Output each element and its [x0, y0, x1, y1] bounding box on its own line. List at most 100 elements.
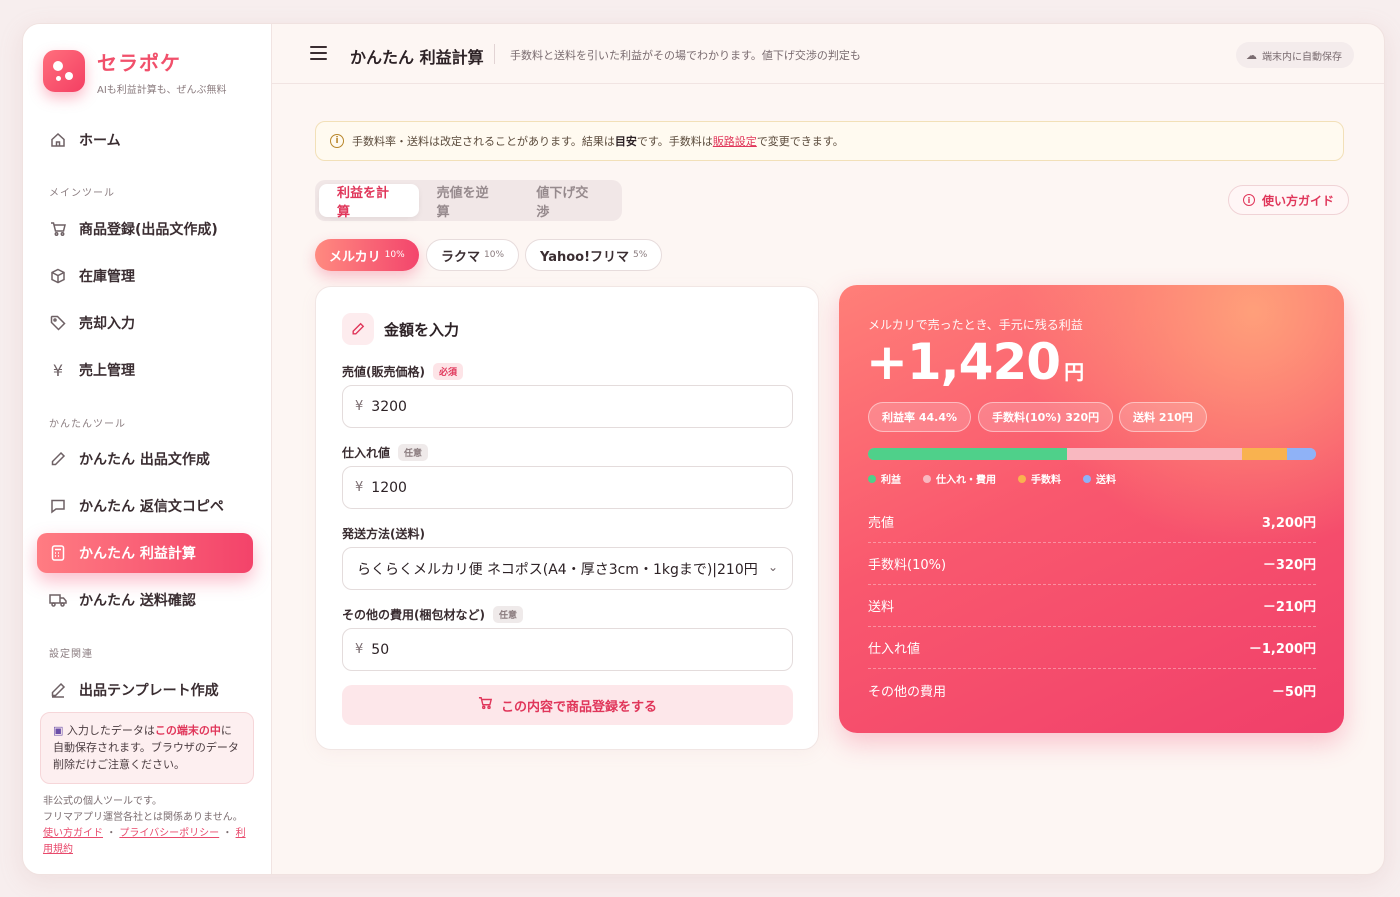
box-icon [49, 267, 67, 285]
tab-reverse-price[interactable]: 売値を逆算 [419, 184, 519, 220]
usage-guide-button[interactable]: i 使い方ガイド [1228, 185, 1350, 215]
section-label-easy: かんたんツール [49, 419, 126, 430]
legend-label: 送料 [1096, 475, 1116, 486]
brand-logo-icon [43, 50, 85, 92]
profit-amount: +1,420 円 [866, 333, 1084, 391]
legend-label: 利益 [881, 475, 901, 486]
info-icon: i [1243, 194, 1255, 206]
profit-rate-chip: 利益率 44.4% [868, 402, 971, 432]
tab-calc-profit[interactable]: 利益を計算 [319, 184, 419, 220]
register-product-button[interactable]: この内容で商品登録をする [342, 685, 793, 725]
sidebar-item-label: 売上管理 [79, 363, 135, 379]
legend-label: 手数料 [1031, 475, 1061, 486]
home-icon [49, 131, 67, 149]
sidebar-item-label: 在庫管理 [79, 269, 135, 285]
cost-input[interactable]: ¥ 1200 [342, 466, 793, 509]
result-row-other: その他の費用 －50円 [868, 684, 1316, 700]
calculator-icon [49, 544, 67, 562]
legend-item: 手数料 [1018, 471, 1072, 486]
yen-symbol: ¥ [355, 642, 364, 657]
breakdown-segment [1286, 448, 1316, 460]
legend-item: 利益 [868, 471, 912, 486]
hamburger-menu-icon[interactable] [310, 46, 327, 60]
platform-pill-mercari[interactable]: メルカリ 10% [315, 239, 419, 271]
sidebar-item-sale-input[interactable]: 売却入力 [37, 303, 253, 343]
optional-tag: 任意 [492, 606, 523, 623]
form-title: 金額を入力 [384, 320, 460, 339]
sidebar-item-home[interactable]: ホーム [37, 120, 253, 160]
page-subtitle: 手数料と送料を引いた利益がその場でわかります。値下げ交渉の判定も [510, 49, 861, 62]
autosave-badge: ☁ 端末内に自動保存 [1236, 42, 1354, 68]
truck-icon [49, 591, 67, 609]
sidebar-item-inventory[interactable]: 在庫管理 [37, 256, 253, 296]
chevron-down-icon: ⌄ [767, 560, 778, 574]
amount-input-card: 金額を入力 売値(販売価格) 必須 ¥ 3200 仕入れ値 任意 ¥ 1200 … [315, 286, 819, 750]
pencil-icon [49, 450, 67, 468]
tab-price-negotiation[interactable]: 値下げ交渉 [518, 184, 618, 220]
platform-pill-yahoo[interactable]: Yahoo!フリマ 5% [525, 239, 663, 271]
legend-item: 送料 [1083, 471, 1127, 486]
page-title: かんたん 利益計算 [350, 48, 484, 67]
guide-link[interactable]: 使い方ガイド [43, 828, 103, 839]
brand-logo[interactable]: セラポケ AIも利益計算も、ぜんぶ無料 [43, 50, 227, 96]
floppy-icon: ▣ [53, 724, 64, 737]
cart-icon [49, 220, 67, 238]
sidebar-footer: 非公式の個人ツールです。 フリマアプリ運営各社とは関係ありません。 使い方ガイド… [43, 796, 246, 855]
breakdown-segment [1066, 448, 1242, 460]
pencil-icon [342, 313, 374, 345]
breakdown-legend: 利益 仕入れ・費用 手数料 送料 [868, 471, 1138, 486]
cost-label: 仕入れ値 任意 [342, 444, 429, 461]
legend-item: 仕入れ・費用 [923, 471, 1007, 486]
brand-tagline: AIも利益計算も、ぜんぶ無料 [97, 85, 227, 96]
notice-banner: i 手数料率・送料は改定されることがあります。結果は 目安 です。手数料は 販路設定で… [315, 121, 1344, 161]
legend-dot-icon [868, 474, 876, 483]
breakdown-bar [868, 448, 1316, 460]
legend-dot-icon [1018, 474, 1026, 483]
sidebar-item-label: かんたん 出品文作成 [79, 452, 210, 468]
sidebar-item-template[interactable]: 出品テンプレート作成 [37, 670, 253, 710]
channel-settings-link[interactable]: 販路設定 [713, 133, 757, 149]
yen-symbol: ¥ [355, 480, 364, 495]
legend-dot-icon [923, 474, 931, 483]
result-row-shipping: 送料 －210円 [868, 585, 1316, 627]
tag-icon [49, 314, 67, 332]
breakdown-segment [1241, 448, 1287, 460]
sidebar: セラポケ AIも利益計算も、ぜんぶ無料 ホーム メインツール 商品登録(出品文作… [23, 24, 272, 874]
sidebar-item-easy-profit[interactable]: かんたん 利益計算 [37, 533, 253, 573]
sidebar-item-product-register[interactable]: 商品登録(出品文作成) [37, 209, 253, 249]
sidebar-item-label: かんたん 送料確認 [79, 593, 196, 609]
mode-tabs: 利益を計算 売値を逆算 値下げ交渉 [315, 180, 622, 221]
other-cost-input[interactable]: ¥ 50 [342, 628, 793, 671]
chat-icon [49, 497, 67, 515]
autosave-info-box: ▣ 入力したデータはこの端末の中に自動保存されます。ブラウザのデータ削除だけご注… [40, 712, 254, 784]
result-row-fee: 手数料(10%) －320円 [868, 543, 1316, 585]
breakdown-segment [868, 448, 1067, 460]
legend-label: 仕入れ・費用 [936, 475, 996, 486]
info-icon: i [330, 134, 344, 148]
result-caption: メルカリで売ったとき、手元に残る利益 [868, 318, 1083, 332]
shipping-label: 発送方法(送料) [342, 527, 425, 541]
sidebar-item-label: 売却入力 [79, 316, 135, 332]
other-cost-label: その他の費用(梱包材など) 任意 [342, 606, 523, 623]
brand-name: セラポケ [97, 51, 181, 75]
optional-tag: 任意 [398, 444, 429, 461]
cloud-icon: ☁ [1246, 48, 1257, 62]
sidebar-item-label: 商品登録(出品文作成) [79, 222, 218, 238]
platform-pill-rakuma[interactable]: ラクマ 10% [426, 239, 520, 271]
sidebar-item-label: ホーム [79, 133, 121, 149]
profit-result-card: メルカリで売ったとき、手元に残る利益 +1,420 円 利益率 44.4% 手数料… [839, 285, 1344, 733]
shipping-select[interactable]: らくらくメルカリ便 ネコポス(A4・厚さ3cm・1kgまで)|210円 ⌄ [342, 547, 793, 590]
section-label-main: メインツール [49, 188, 115, 199]
sidebar-item-sales-management[interactable]: ¥ 売上管理 [37, 350, 253, 390]
top-header: かんたん 利益計算 手数料と送料を引いた利益がその場でわかります。値下げ交渉の判… [272, 24, 1384, 84]
sidebar-item-easy-reply[interactable]: かんたん 返信文コピペ [37, 486, 253, 526]
price-input[interactable]: ¥ 3200 [342, 385, 793, 428]
pen-icon [49, 681, 67, 699]
privacy-link[interactable]: プライバシーポリシー [119, 828, 219, 839]
sidebar-item-label: 出品テンプレート作成 [79, 683, 219, 699]
sidebar-item-easy-shipping[interactable]: かんたん 送料確認 [37, 580, 253, 620]
title-divider [494, 44, 495, 64]
yen-symbol: ¥ [355, 399, 364, 414]
yen-icon: ¥ [52, 360, 64, 380]
sidebar-item-easy-listing[interactable]: かんたん 出品文作成 [37, 439, 253, 479]
